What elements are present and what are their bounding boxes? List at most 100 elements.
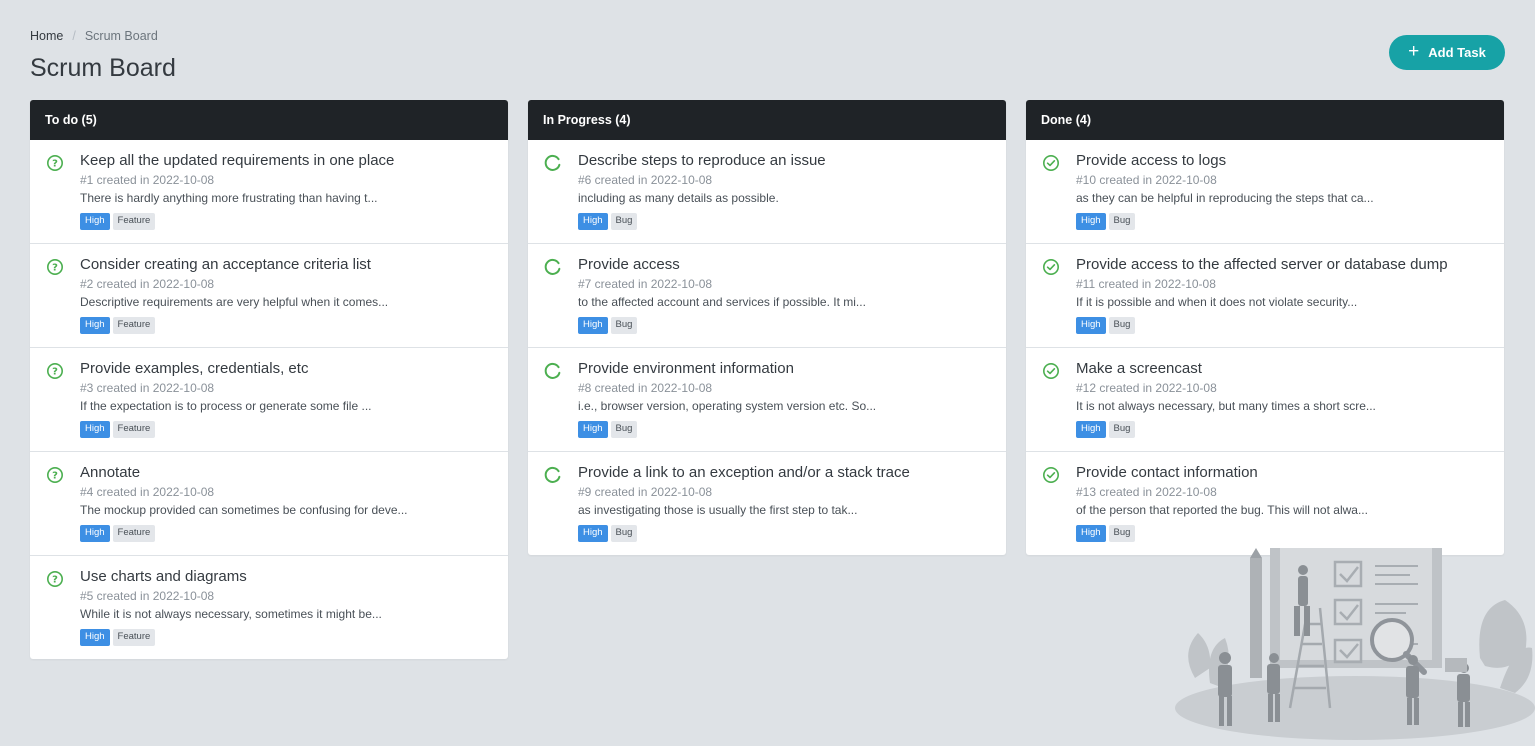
column-in-progress: In Progress (4) Describe steps to reprod… bbox=[528, 100, 1006, 555]
task-description: It is not always necessary, but many tim… bbox=[1076, 399, 1376, 413]
svg-text:?: ? bbox=[52, 263, 58, 274]
svg-text:?: ? bbox=[52, 367, 58, 378]
task-title[interactable]: Provide access bbox=[578, 255, 994, 274]
check-circle-icon bbox=[1043, 467, 1059, 483]
task-title[interactable]: Keep all the updated requirements in one… bbox=[80, 151, 496, 170]
svg-text:?: ? bbox=[52, 575, 58, 586]
task-description: including as many details as possible. bbox=[578, 191, 779, 205]
progress-circle-icon bbox=[544, 154, 561, 171]
question-circle-icon: ? bbox=[47, 155, 63, 171]
question-circle-icon: ? bbox=[47, 363, 63, 379]
priority-badge: High bbox=[80, 213, 110, 230]
task-card[interactable]: Provide environment information #8 creat… bbox=[528, 348, 1006, 452]
question-circle-icon: ? bbox=[47, 259, 63, 275]
task-card[interactable]: Provide contact information #13 created … bbox=[1026, 452, 1504, 555]
task-title[interactable]: Make a screencast bbox=[1076, 359, 1492, 378]
type-badge: Feature bbox=[112, 213, 156, 230]
task-title[interactable]: Provide environment information bbox=[578, 359, 994, 378]
team-checklist-illustration bbox=[1175, 548, 1535, 740]
progress-circle-icon bbox=[544, 362, 561, 379]
type-badge: Bug bbox=[1108, 421, 1136, 438]
task-description: as investigating those is usually the fi… bbox=[578, 503, 858, 517]
priority-badge: High bbox=[578, 317, 608, 334]
task-title[interactable]: Provide examples, credentials, etc bbox=[80, 359, 496, 378]
task-meta: #9 created in 2022-10-08 bbox=[578, 485, 713, 499]
task-title[interactable]: Consider creating an acceptance criteria… bbox=[80, 255, 496, 274]
svg-text:?: ? bbox=[52, 471, 58, 482]
task-card[interactable]: ? Provide examples, credentials, etc #3 … bbox=[30, 348, 508, 452]
task-description: If the expectation is to process or gene… bbox=[80, 399, 372, 413]
task-card[interactable]: Describe steps to reproduce an issue #6 … bbox=[528, 140, 1006, 244]
task-title[interactable]: Provide access to logs bbox=[1076, 151, 1492, 170]
priority-badge: High bbox=[1076, 421, 1106, 438]
task-card[interactable]: Provide access to logs #10 created in 20… bbox=[1026, 140, 1504, 244]
priority-badge: High bbox=[80, 421, 110, 438]
column-header: To do (5) bbox=[30, 100, 508, 140]
task-description: as they can be helpful in reproducing th… bbox=[1076, 191, 1374, 205]
task-meta: #12 created in 2022-10-08 bbox=[1076, 381, 1217, 395]
priority-badge: High bbox=[1076, 525, 1106, 542]
task-description: If it is possible and when it does not v… bbox=[1076, 295, 1358, 309]
breadcrumb-separator: / bbox=[72, 29, 76, 43]
task-meta: #3 created in 2022-10-08 bbox=[80, 381, 215, 395]
svg-text:?: ? bbox=[52, 159, 58, 170]
task-description: Descriptive requirements are very helpfu… bbox=[80, 295, 389, 309]
type-badge: Bug bbox=[610, 525, 638, 542]
task-card[interactable]: ? Keep all the updated requirements in o… bbox=[30, 140, 508, 244]
breadcrumb-current: Scrum Board bbox=[84, 29, 158, 43]
question-circle-icon: ? bbox=[47, 571, 63, 587]
task-title[interactable]: Provide contact information bbox=[1076, 463, 1492, 482]
task-title[interactable]: Provide a link to an exception and/or a … bbox=[578, 463, 994, 482]
task-meta: #8 created in 2022-10-08 bbox=[578, 381, 713, 395]
task-meta: #5 created in 2022-10-08 bbox=[80, 589, 215, 603]
task-card[interactable]: ? Annotate #4 created in 2022-10-08 The … bbox=[30, 452, 508, 556]
priority-badge: High bbox=[1076, 317, 1106, 334]
task-meta: #2 created in 2022-10-08 bbox=[80, 277, 215, 291]
add-task-button[interactable]: + Add Task bbox=[1389, 35, 1505, 70]
progress-circle-icon bbox=[544, 466, 561, 483]
task-card[interactable]: Provide access #7 created in 2022-10-08 … bbox=[528, 244, 1006, 348]
plus-icon: + bbox=[1408, 41, 1420, 62]
check-circle-icon bbox=[1043, 363, 1059, 379]
task-card[interactable]: Provide access to the affected server or… bbox=[1026, 244, 1504, 348]
type-badge: Feature bbox=[112, 421, 156, 438]
breadcrumb-home-link[interactable]: Home bbox=[30, 29, 63, 43]
task-description: There is hardly anything more frustratin… bbox=[80, 191, 378, 205]
priority-badge: High bbox=[80, 525, 110, 542]
question-circle-icon: ? bbox=[47, 467, 63, 483]
task-description: to the affected account and services if … bbox=[578, 295, 866, 309]
task-title[interactable]: Annotate bbox=[80, 463, 496, 482]
priority-badge: High bbox=[578, 421, 608, 438]
task-title[interactable]: Provide access to the affected server or… bbox=[1076, 255, 1492, 274]
task-description: While it is not always necessary, someti… bbox=[80, 607, 382, 621]
column-todo: To do (5) ? Keep all the updated require… bbox=[30, 100, 508, 659]
type-badge: Bug bbox=[610, 213, 638, 230]
task-description: of the person that reported the bug. Thi… bbox=[1076, 503, 1368, 517]
task-meta: #4 created in 2022-10-08 bbox=[80, 485, 215, 499]
task-card[interactable]: ? Use charts and diagrams #5 created in … bbox=[30, 556, 508, 659]
type-badge: Bug bbox=[1108, 213, 1136, 230]
priority-badge: High bbox=[80, 629, 110, 646]
progress-circle-icon bbox=[544, 258, 561, 275]
breadcrumb: Home / Scrum Board bbox=[30, 29, 158, 43]
type-badge: Bug bbox=[610, 317, 638, 334]
task-card[interactable]: Provide a link to an exception and/or a … bbox=[528, 452, 1006, 555]
task-title[interactable]: Describe steps to reproduce an issue bbox=[578, 151, 994, 170]
type-badge: Feature bbox=[112, 629, 156, 646]
priority-badge: High bbox=[80, 317, 110, 334]
task-meta: #13 created in 2022-10-08 bbox=[1076, 485, 1217, 499]
task-meta: #1 created in 2022-10-08 bbox=[80, 173, 215, 187]
priority-badge: High bbox=[578, 213, 608, 230]
type-badge: Bug bbox=[1108, 317, 1136, 334]
task-card[interactable]: ? Consider creating an acceptance criter… bbox=[30, 244, 508, 348]
column-header: Done (4) bbox=[1026, 100, 1504, 140]
column-done: Done (4) Provide access to logs #10 crea… bbox=[1026, 100, 1504, 555]
check-circle-icon bbox=[1043, 155, 1059, 171]
column-header: In Progress (4) bbox=[528, 100, 1006, 140]
task-card[interactable]: Make a screencast #12 created in 2022-10… bbox=[1026, 348, 1504, 452]
task-title[interactable]: Use charts and diagrams bbox=[80, 567, 496, 586]
page-title: Scrum Board bbox=[30, 54, 176, 82]
type-badge: Bug bbox=[610, 421, 638, 438]
task-meta: #11 created in 2022-10-08 bbox=[1076, 277, 1216, 291]
type-badge: Feature bbox=[112, 525, 156, 542]
